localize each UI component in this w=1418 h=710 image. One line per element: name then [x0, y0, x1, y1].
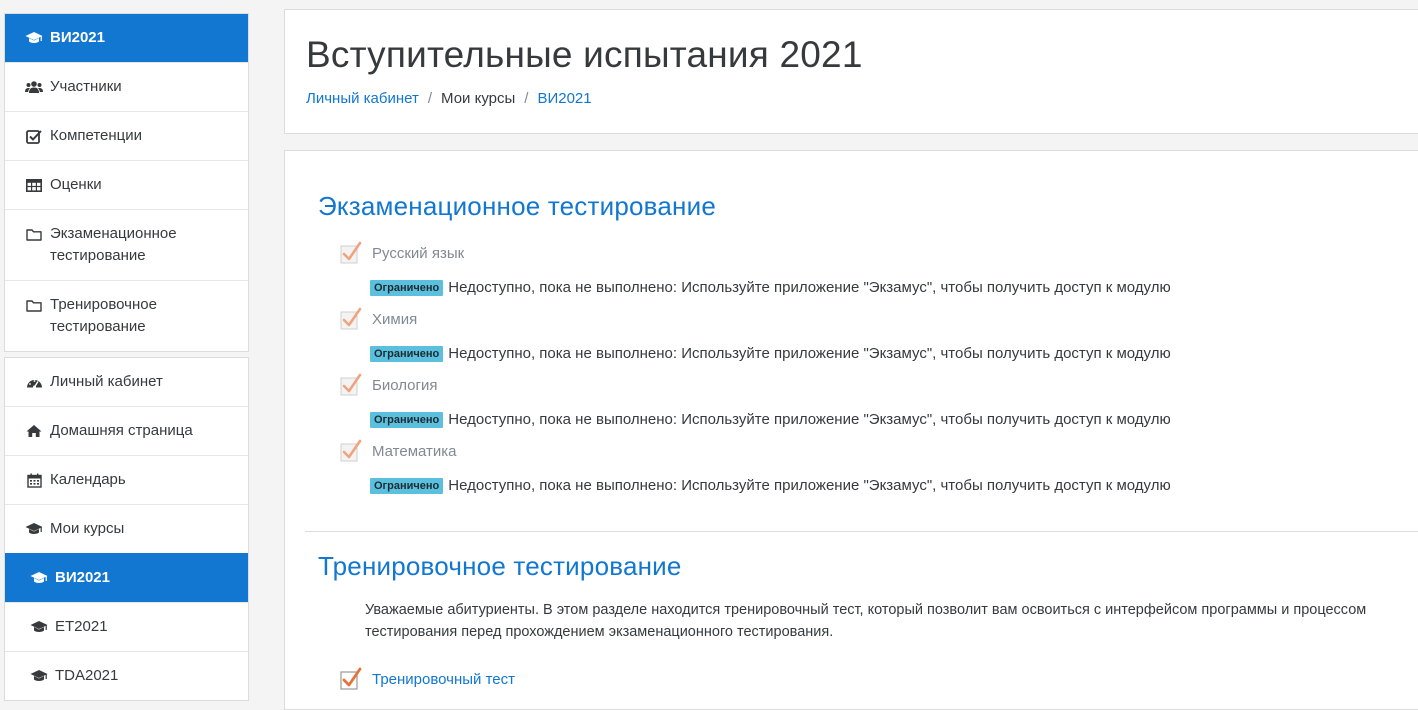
breadcrumb-separator: / [524, 90, 529, 107]
sidebar-item-dashboard[interactable]: Личный кабинет [5, 358, 248, 406]
sidebar-item-label: Личный кабинет [50, 373, 163, 390]
sidebar-item-et2021[interactable]: ET2021 [5, 602, 248, 651]
sidebar-item-label: Оценки [50, 176, 102, 193]
graduation-cap-icon [25, 27, 43, 49]
restriction-text: Недоступно, пока не выполнено: Используй… [448, 477, 1171, 494]
restriction-text: Недоступно, пока не выполнено: Используй… [448, 411, 1171, 428]
sidebar-item-tda2021[interactable]: TDA2021 [5, 651, 248, 700]
sidebar-item-vi2021[interactable]: ВИ2021 [5, 553, 248, 602]
activity-quiz-russian[interactable]: Русский язык [340, 240, 464, 266]
activity-quiz-math[interactable]: Математика [340, 438, 457, 464]
breadcrumb-item-my-courses: Мои курсы [441, 90, 516, 107]
sidebar-item-label: ВИ2021 [50, 29, 105, 46]
folder-icon [25, 294, 43, 316]
dashboard-icon [25, 371, 43, 393]
restriction-info: Ограничено Недоступно, пока не выполнено… [370, 345, 1171, 362]
sidebar-item-label: Участники [50, 78, 122, 95]
activity-name: Химия [372, 310, 418, 328]
activity-name: Русский язык [372, 244, 465, 262]
section-title-training[interactable]: Тренировочное тестирование [318, 551, 682, 582]
breadcrumb-link-course[interactable]: ВИ2021 [537, 90, 591, 107]
section-summary: Уважаемые абитуриенты. В этом разделе на… [365, 602, 1367, 640]
restricted-badge: Ограничено [370, 477, 444, 494]
sidebar-item-label: Тренировочное тестирование [50, 296, 157, 335]
sidebar: ВИ2021 Участники Компетенции Оценки Экза… [4, 13, 249, 701]
section-title-exam[interactable]: Экзаменационное тестирование [318, 191, 716, 222]
activity-name: Биология [372, 376, 438, 394]
activity-name: Математика [372, 442, 457, 460]
table-icon [25, 174, 43, 196]
graduation-cap-icon [30, 567, 48, 589]
graduation-cap-icon [30, 665, 48, 687]
sidebar-item-label: ET2021 [55, 618, 108, 635]
sidebar-item-label: Календарь [50, 471, 126, 488]
sidebar-item-calendar[interactable]: Календарь [5, 455, 248, 504]
restricted-badge: Ограничено [370, 411, 444, 428]
restriction-info: Ограничено Недоступно, пока не выполнено… [370, 279, 1171, 296]
activity-quiz-chemistry[interactable]: Химия [340, 306, 417, 332]
page-title: Вступительные испытания 2021 [306, 34, 863, 75]
restricted-badge: Ограничено [370, 279, 444, 296]
sidebar-item-my-courses[interactable]: Мои курсы [5, 504, 248, 553]
sidebar-item-label: Компетенции [50, 127, 143, 144]
quiz-icon [340, 373, 362, 396]
sidebar-item-label: Домашняя страница [50, 422, 193, 439]
page-header: Вступительные испытания 2021 Личный каби… [284, 9, 1418, 134]
restriction-info: Ограничено Недоступно, пока не выполнено… [370, 477, 1171, 494]
quiz-icon [340, 241, 362, 264]
sidebar-item-competencies[interactable]: Компетенции [5, 111, 248, 160]
sidebar-item-training-testing[interactable]: Тренировочное тестирование [5, 280, 248, 351]
site-nav-block: Личный кабинет Домашняя страница Календа… [4, 357, 249, 701]
quiz-icon [340, 667, 362, 690]
course-content: Экзаменационное тестирование Русский язы… [284, 150, 1418, 710]
activity-quiz-biology[interactable]: Биология [340, 372, 437, 398]
folder-icon [25, 223, 43, 245]
restriction-text: Недоступно, пока не выполнено: Используй… [448, 279, 1171, 296]
sidebar-item-exam-testing[interactable]: Экзаменационное тестирование [5, 209, 248, 280]
graduation-cap-icon [25, 518, 43, 540]
check-square-icon [25, 125, 43, 147]
quiz-icon [340, 307, 362, 330]
breadcrumb-separator: / [427, 90, 433, 107]
sidebar-item-label: Экзаменационное тестирование [50, 225, 177, 264]
activity-name: Тренировочный тест [372, 670, 516, 688]
users-icon [25, 76, 43, 98]
restriction-text: Недоступно, пока не выполнено: Используй… [448, 345, 1171, 362]
breadcrumb: Личный кабинет / Мои курсы / ВИ2021 [306, 90, 592, 107]
course-nav-block: ВИ2021 Участники Компетенции Оценки Экза… [4, 13, 249, 352]
calendar-icon [25, 469, 43, 491]
sidebar-item-home[interactable]: Домашняя страница [5, 406, 248, 455]
restricted-badge: Ограничено [370, 345, 444, 362]
graduation-cap-icon [30, 616, 48, 638]
sidebar-item-grades[interactable]: Оценки [5, 160, 248, 209]
sidebar-item-label: ВИ2021 [55, 569, 110, 586]
sidebar-item-course-vi2021[interactable]: ВИ2021 [5, 14, 248, 62]
breadcrumb-link-dashboard[interactable]: Личный кабинет [306, 90, 419, 107]
sidebar-item-label: Мои курсы [50, 520, 125, 537]
section-divider [305, 531, 1418, 532]
sidebar-item-label: TDA2021 [55, 667, 119, 684]
quiz-icon [340, 439, 362, 462]
sidebar-item-participants[interactable]: Участники [5, 62, 248, 111]
home-icon [25, 420, 43, 442]
activity-quiz-training-test[interactable]: Тренировочный тест [340, 666, 515, 692]
restriction-info: Ограничено Недоступно, пока не выполнено… [370, 411, 1171, 428]
